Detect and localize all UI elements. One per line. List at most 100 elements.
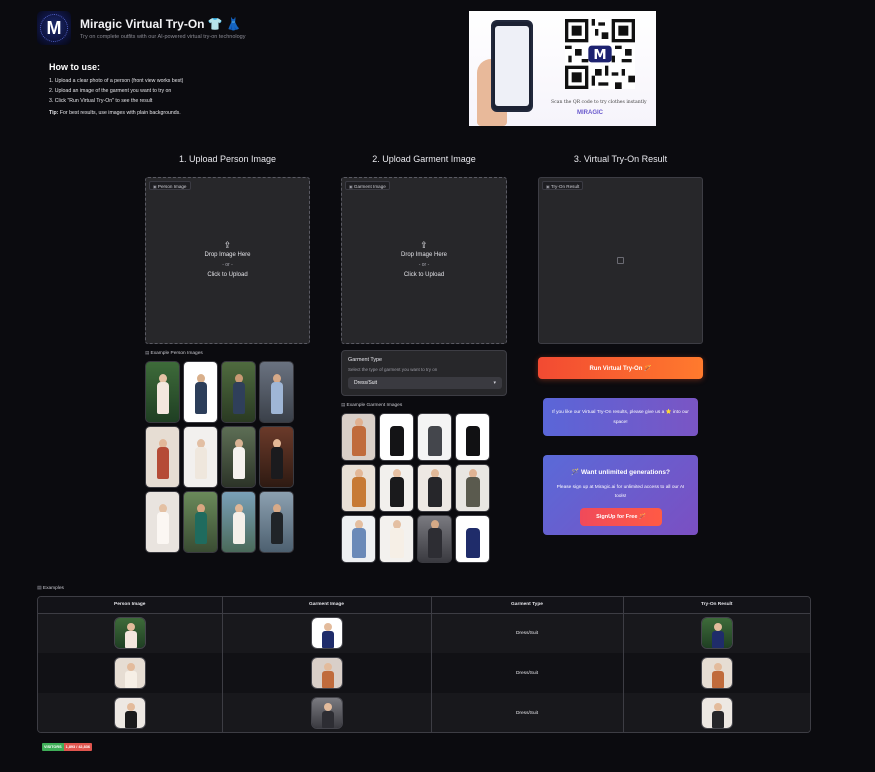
promo-scan-text: Scan the QR code to try clothes instantl… bbox=[551, 100, 647, 105]
example-person-thumbnail[interactable] bbox=[221, 426, 256, 488]
example-garment-thumbnail[interactable] bbox=[379, 464, 414, 512]
garment-type-cell: Dress/Suit bbox=[431, 693, 624, 732]
example-garment-grid bbox=[341, 413, 490, 563]
examples-label: Examples bbox=[37, 586, 64, 591]
column-header: Garment Type bbox=[431, 597, 624, 614]
promo-heading: 🪄 Want unlimited generations? bbox=[571, 469, 670, 476]
garment-image-tag: Garment Image bbox=[345, 181, 390, 190]
example-garment-thumbnail[interactable] bbox=[455, 515, 490, 563]
garment-thumbnail[interactable] bbox=[310, 617, 343, 650]
example-garment-thumbnail[interactable] bbox=[341, 413, 376, 461]
garment-type-cell: Dress/Suit bbox=[431, 613, 624, 653]
or-text: - or - bbox=[418, 262, 430, 268]
example-garment-thumbnail[interactable] bbox=[341, 515, 376, 563]
phone-image bbox=[491, 20, 533, 112]
garment-type-title: Garment Type bbox=[348, 357, 383, 363]
person-image-upload[interactable]: Person Image ⇪ Drop Image Here - or - Cl… bbox=[145, 177, 310, 344]
image-placeholder-icon bbox=[617, 257, 624, 264]
example-garment-label: Example Garment Images bbox=[341, 402, 403, 408]
table-row[interactable]: Dress/Suit bbox=[38, 613, 810, 653]
person-thumbnail[interactable] bbox=[113, 657, 146, 689]
example-garment-thumbnail[interactable] bbox=[341, 464, 376, 512]
result-cell bbox=[623, 693, 810, 732]
example-person-thumbnail[interactable] bbox=[221, 361, 256, 423]
garment-thumbnail[interactable] bbox=[310, 657, 343, 689]
how-to-step: 1. Upload a clear photo of a person (fro… bbox=[49, 78, 184, 84]
drop-text: Drop Image Here bbox=[400, 252, 448, 258]
column-header: Try-On Result bbox=[623, 597, 810, 614]
table-row[interactable]: Dress/Suit bbox=[38, 653, 810, 693]
garment-image-upload[interactable]: Garment Image ⇪ Drop Image Here - or - C… bbox=[341, 177, 507, 344]
example-person-thumbnail[interactable] bbox=[145, 426, 180, 488]
example-garment-thumbnail[interactable] bbox=[379, 515, 414, 563]
app-logo: M bbox=[37, 11, 71, 45]
signup-promo-box: 🪄 Want unlimited generations? Please sig… bbox=[543, 455, 698, 535]
visitor-label: VISITORS bbox=[42, 743, 64, 751]
example-garment-thumbnail[interactable] bbox=[417, 464, 452, 512]
person-column-title: 1. Upload Person Image bbox=[178, 154, 277, 164]
person-thumbnail[interactable] bbox=[113, 617, 146, 650]
garment-type-select[interactable]: Dress/Suit ▾ bbox=[348, 377, 502, 389]
person-thumbnail[interactable] bbox=[113, 697, 146, 729]
click-upload-text: Click to Upload bbox=[403, 272, 445, 278]
garment-cell bbox=[222, 613, 432, 653]
example-garment-thumbnail[interactable] bbox=[417, 413, 452, 461]
garment-thumbnail[interactable] bbox=[310, 697, 343, 729]
example-person-thumbnail[interactable] bbox=[183, 426, 218, 488]
example-person-thumbnail[interactable] bbox=[145, 491, 180, 553]
promo-brand: MIRAGIC bbox=[577, 110, 603, 116]
examples-table: Person Image Garment Image Garment Type … bbox=[37, 596, 811, 733]
result-tag: Try-On Result bbox=[542, 181, 584, 190]
example-person-grid bbox=[145, 361, 294, 553]
example-person-thumbnail[interactable] bbox=[259, 491, 294, 553]
upload-icon: ⇪ bbox=[420, 240, 428, 250]
example-person-thumbnail[interactable] bbox=[259, 361, 294, 423]
signup-button[interactable]: SignUp for Free 🪄 bbox=[580, 508, 662, 526]
app-subtitle: Try on complete outfits with our AI-powe… bbox=[80, 34, 246, 40]
example-garment-thumbnail[interactable] bbox=[417, 515, 452, 563]
how-to-steps: 1. Upload a clear photo of a person (fro… bbox=[49, 76, 183, 106]
svg-text:M: M bbox=[593, 48, 606, 63]
result-thumbnail[interactable] bbox=[700, 617, 733, 650]
example-garment-thumbnail[interactable] bbox=[455, 413, 490, 461]
upload-icon: ⇪ bbox=[223, 240, 232, 250]
example-garment-thumbnail[interactable] bbox=[455, 464, 490, 512]
star-request-box: If you like our Virtual Try-On results, … bbox=[543, 398, 698, 436]
promo-text: Please sign up at Miragic.ai for unlimit… bbox=[556, 485, 685, 499]
result-cell bbox=[623, 613, 810, 653]
person-cell bbox=[38, 693, 223, 732]
qr-code-image: M bbox=[565, 19, 635, 89]
example-person-thumbnail[interactable] bbox=[259, 426, 294, 488]
garment-type-box: Garment Type Select the type of garment … bbox=[341, 350, 507, 396]
column-header: Garment Image bbox=[222, 597, 432, 614]
tip-text: Tip: For best results, use images with p… bbox=[49, 110, 181, 116]
result-column-title: 3. Virtual Try-On Result bbox=[573, 154, 668, 164]
result-thumbnail[interactable] bbox=[700, 697, 733, 729]
person-image-tag: Person Image bbox=[149, 181, 191, 190]
run-virtual-try-on-button[interactable]: Run Virtual Try-On 🪄 bbox=[538, 357, 703, 379]
column-header: Person Image bbox=[38, 597, 223, 614]
try-on-result-panel: Try-On Result bbox=[538, 177, 703, 344]
result-cell bbox=[623, 653, 810, 693]
person-cell bbox=[38, 613, 223, 653]
example-person-label: Example Person Images bbox=[145, 350, 203, 356]
example-garment-thumbnail[interactable] bbox=[379, 413, 414, 461]
garment-cell bbox=[222, 693, 432, 732]
logo-letter: M bbox=[46, 17, 62, 38]
table-header-row: Person Image Garment Image Garment Type … bbox=[38, 597, 810, 614]
promo-qr-banner[interactable]: M Scan the QR code to try clothes instan… bbox=[469, 11, 656, 126]
example-person-thumbnail[interactable] bbox=[183, 491, 218, 553]
how-to-title: How to use: bbox=[49, 62, 100, 72]
result-thumbnail[interactable] bbox=[700, 657, 733, 689]
chevron-down-icon: ▾ bbox=[493, 380, 496, 386]
app-title: Miragic Virtual Try-On 👕 👗 bbox=[80, 17, 242, 31]
garment-type-description: Select the type of garment you want to t… bbox=[348, 367, 438, 372]
example-person-thumbnail[interactable] bbox=[145, 361, 180, 423]
table-row[interactable]: Dress/Suit bbox=[38, 693, 810, 732]
garment-type-cell: Dress/Suit bbox=[431, 653, 624, 693]
person-cell bbox=[38, 653, 223, 693]
garment-cell bbox=[222, 653, 432, 693]
how-to-step: 3. Click "Run Virtual Try-On" to see the… bbox=[49, 98, 153, 104]
example-person-thumbnail[interactable] bbox=[221, 491, 256, 553]
example-person-thumbnail[interactable] bbox=[183, 361, 218, 423]
